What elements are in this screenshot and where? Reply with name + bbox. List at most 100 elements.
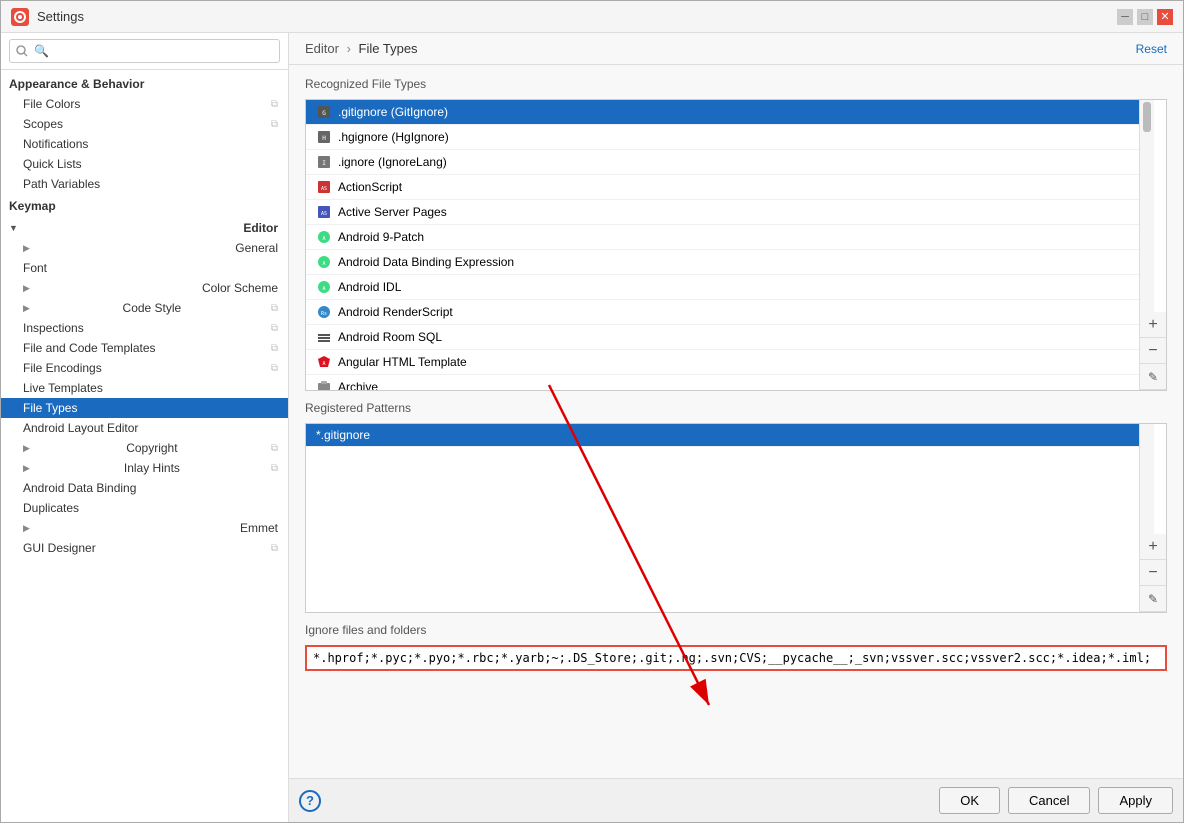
svg-text:G: G — [322, 110, 326, 117]
svg-text:I: I — [322, 160, 326, 167]
file-icon: G — [316, 104, 332, 120]
maximize-button[interactable]: □ — [1137, 9, 1153, 25]
app-icon — [11, 8, 29, 26]
file-type-gitignore[interactable]: G .gitignore (GitIgnore) — [306, 100, 1139, 125]
copy-icon: ⧉ — [271, 119, 278, 130]
copy-icon: ⧉ — [271, 543, 278, 554]
svg-text:Rs: Rs — [321, 311, 327, 317]
file-type-android-room-sql[interactable]: Android Room SQL — [306, 325, 1139, 350]
file-icon: Rs — [316, 304, 332, 320]
edit-pattern-button[interactable]: ✎ — [1140, 586, 1166, 612]
registered-side-buttons: + − ✎ — [1140, 534, 1166, 612]
svg-text:A: A — [322, 361, 325, 367]
recognized-list[interactable]: G .gitignore (GitIgnore) H .hgignore (Hg… — [306, 100, 1139, 390]
remove-pattern-button[interactable]: − — [1140, 560, 1166, 586]
sidebar-item-path-variables[interactable]: Path Variables — [1, 174, 288, 194]
recognized-scrollbar[interactable] — [1140, 100, 1154, 312]
sidebar-item-android-layout-editor[interactable]: Android Layout Editor — [1, 418, 288, 438]
file-icon: A — [316, 254, 332, 270]
file-type-hgignore[interactable]: H .hgignore (HgIgnore) — [306, 125, 1139, 150]
sidebar-item-file-types[interactable]: File Types — [1, 398, 288, 418]
file-icon: I — [316, 154, 332, 170]
sidebar-section: Appearance & Behavior File Colors ⧉ Scop… — [1, 70, 288, 562]
svg-text:AS: AS — [321, 211, 327, 217]
sidebar-item-inspections[interactable]: Inspections ⧉ — [1, 318, 288, 338]
registered-list[interactable]: *.gitignore — [306, 424, 1139, 612]
sidebar-item-scopes[interactable]: Scopes ⧉ — [1, 114, 288, 134]
sidebar-item-gui-designer[interactable]: GUI Designer ⧉ — [1, 538, 288, 558]
file-type-actionscript[interactable]: AS ActionScript — [306, 175, 1139, 200]
breadcrumb: Editor › File Types — [305, 41, 418, 56]
recognized-scrollbar-area: + − ✎ — [1139, 100, 1166, 390]
sidebar-category-appearance[interactable]: Appearance & Behavior — [1, 74, 288, 94]
sidebar-item-file-code-templates[interactable]: File and Code Templates ⧉ — [1, 338, 288, 358]
file-type-archive[interactable]: Archive — [306, 375, 1139, 390]
svg-text:A: A — [322, 236, 325, 242]
right-panel: Editor › File Types Reset Recognized Fil… — [289, 33, 1183, 822]
sidebar-item-color-scheme[interactable]: ▶Color Scheme — [1, 278, 288, 298]
add-file-type-button[interactable]: + — [1140, 312, 1166, 338]
help-button[interactable]: ? — [299, 790, 321, 812]
apply-button[interactable]: Apply — [1098, 787, 1173, 814]
sidebar: Appearance & Behavior File Colors ⧉ Scop… — [1, 33, 289, 822]
ok-button[interactable]: OK — [939, 787, 1000, 814]
recognized-section: Recognized File Types G .gitignore (GitI… — [305, 77, 1167, 391]
cancel-button[interactable]: Cancel — [1008, 787, 1090, 814]
file-icon: H — [316, 129, 332, 145]
sidebar-item-android-data-binding[interactable]: Android Data Binding — [1, 478, 288, 498]
file-type-ignore[interactable]: I .ignore (IgnoreLang) — [306, 150, 1139, 175]
sidebar-item-file-encodings[interactable]: File Encodings ⧉ — [1, 358, 288, 378]
main-content: Appearance & Behavior File Colors ⧉ Scop… — [1, 33, 1183, 822]
file-type-asp[interactable]: AS Active Server Pages — [306, 200, 1139, 225]
window-title: Settings — [37, 9, 84, 24]
reset-button[interactable]: Reset — [1136, 42, 1167, 56]
registered-scrollbar-area: + − ✎ — [1139, 424, 1166, 612]
file-icon: AS — [316, 204, 332, 220]
sidebar-item-notifications[interactable]: Notifications — [1, 134, 288, 154]
file-icon — [316, 379, 332, 390]
sidebar-item-code-style[interactable]: ▶Code Style ⧉ — [1, 298, 288, 318]
file-type-android-renderscript[interactable]: Rs Android RenderScript — [306, 300, 1139, 325]
sidebar-item-general[interactable]: ▶General — [1, 238, 288, 258]
search-input[interactable] — [9, 39, 280, 63]
sidebar-category-keymap[interactable]: Keymap — [1, 196, 288, 216]
sidebar-item-quick-lists[interactable]: Quick Lists — [1, 154, 288, 174]
file-icon: A — [316, 354, 332, 370]
svg-text:H: H — [322, 135, 326, 142]
file-type-android-data-binding[interactable]: A Android Data Binding Expression — [306, 250, 1139, 275]
registered-label: Registered Patterns — [305, 401, 1167, 415]
pattern-gitignore[interactable]: *.gitignore — [306, 424, 1139, 447]
sidebar-item-emmet[interactable]: ▶Emmet — [1, 518, 288, 538]
ignore-input[interactable] — [305, 645, 1167, 671]
close-button[interactable]: ✕ — [1157, 9, 1173, 25]
sidebar-item-file-colors[interactable]: File Colors ⧉ — [1, 94, 288, 114]
file-icon: A — [316, 279, 332, 295]
title-bar-left: Settings — [11, 8, 84, 26]
breadcrumb-parent: Editor — [305, 41, 339, 56]
svg-text:AS: AS — [321, 186, 327, 192]
sidebar-item-font[interactable]: Font — [1, 258, 288, 278]
window-controls: ─ □ ✕ — [1117, 9, 1173, 25]
edit-file-type-button[interactable]: ✎ — [1140, 364, 1166, 390]
ignore-label: Ignore files and folders — [305, 623, 1167, 637]
file-type-angular[interactable]: A Angular HTML Template — [306, 350, 1139, 375]
file-type-android-idl[interactable]: A Android IDL — [306, 275, 1139, 300]
recognized-side-buttons: + − ✎ — [1140, 312, 1166, 390]
sidebar-item-inlay-hints[interactable]: ▶Inlay Hints ⧉ — [1, 458, 288, 478]
sidebar-item-copyright[interactable]: ▶Copyright ⧉ — [1, 438, 288, 458]
breadcrumb-separator: › — [347, 41, 355, 56]
settings-window: Settings ─ □ ✕ Appearance & Behavior Fil… — [0, 0, 1184, 823]
add-pattern-button[interactable]: + — [1140, 534, 1166, 560]
svg-text:A: A — [322, 286, 325, 292]
file-icon — [316, 329, 332, 345]
minimize-button[interactable]: ─ — [1117, 9, 1133, 25]
sidebar-item-live-templates[interactable]: Live Templates — [1, 378, 288, 398]
scrollbar-thumb — [1143, 102, 1151, 132]
copy-icon: ⧉ — [271, 463, 278, 474]
file-type-android-9patch[interactable]: A Android 9-Patch — [306, 225, 1139, 250]
copy-icon: ⧉ — [271, 303, 278, 314]
sidebar-item-duplicates[interactable]: Duplicates — [1, 498, 288, 518]
registered-scrollbar[interactable] — [1140, 424, 1154, 534]
remove-file-type-button[interactable]: − — [1140, 338, 1166, 364]
sidebar-category-editor[interactable]: ▼Editor — [1, 218, 288, 238]
